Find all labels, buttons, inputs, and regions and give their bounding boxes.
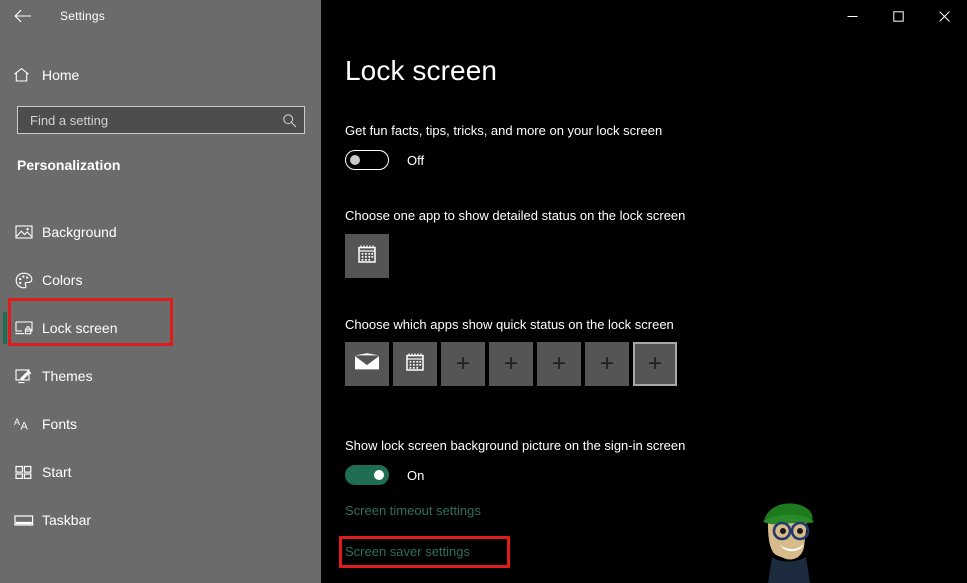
toggle-knob bbox=[350, 155, 360, 165]
image-icon bbox=[0, 224, 42, 240]
mail-icon bbox=[354, 352, 380, 377]
close-button[interactable] bbox=[921, 0, 967, 32]
home-icon bbox=[0, 67, 42, 83]
sign-in-picture-toggle[interactable] bbox=[345, 465, 389, 485]
app-title: Settings bbox=[60, 9, 105, 23]
sidebar-item-background-label: Background bbox=[42, 224, 117, 240]
sign-in-picture-toggle-row: On bbox=[345, 465, 424, 485]
back-arrow-icon[interactable] bbox=[0, 0, 46, 32]
plus-icon: + bbox=[599, 350, 614, 377]
themes-icon bbox=[0, 368, 42, 385]
sidebar-nav-list: Background Colors Lock screen Themes A A… bbox=[0, 208, 321, 544]
quick-status-tile-add-5[interactable]: + bbox=[537, 342, 581, 386]
quick-status-tile-add-3[interactable]: + bbox=[441, 342, 485, 386]
plus-icon: + bbox=[455, 350, 470, 377]
search-box[interactable] bbox=[17, 106, 305, 134]
sidebar-item-start-label: Start bbox=[42, 464, 72, 480]
sidebar-item-lock-screen[interactable]: Lock screen bbox=[0, 304, 321, 352]
sidebar-item-start[interactable]: Start bbox=[0, 448, 321, 496]
quick-status-tile-calendar[interactable] bbox=[393, 342, 437, 386]
detailed-status-app-tile[interactable] bbox=[345, 234, 389, 278]
palette-icon bbox=[0, 272, 42, 289]
fun-facts-toggle-state: Off bbox=[407, 152, 425, 168]
sidebar-section-header: Personalization bbox=[17, 157, 121, 173]
quick-status-tile-mail[interactable] bbox=[345, 342, 389, 386]
sidebar-item-background[interactable]: Background bbox=[0, 208, 321, 256]
start-icon bbox=[0, 465, 42, 480]
plus-icon: + bbox=[503, 350, 518, 377]
sidebar-item-home[interactable]: Home bbox=[0, 60, 321, 90]
plus-icon: + bbox=[551, 350, 566, 377]
link-screen-saver-settings[interactable]: Screen saver settings bbox=[345, 544, 470, 559]
quick-status-tile-add-7[interactable]: + bbox=[633, 342, 677, 386]
detailed-status-label: Choose one app to show detailed status o… bbox=[345, 208, 686, 223]
sign-in-picture-toggle-state: On bbox=[407, 467, 425, 483]
quick-status-tile-row: + + + + + bbox=[345, 342, 677, 386]
toggle-knob bbox=[374, 470, 384, 480]
search-input[interactable] bbox=[18, 107, 274, 133]
sidebar-item-themes-label: Themes bbox=[42, 368, 93, 384]
page-title: Lock screen bbox=[345, 55, 498, 86]
fun-facts-toggle-row: Off bbox=[345, 150, 424, 170]
sidebar-item-home-label: Home bbox=[42, 67, 80, 83]
sidebar-item-themes[interactable]: Themes bbox=[0, 352, 321, 400]
quick-status-tile-add-4[interactable]: + bbox=[489, 342, 533, 386]
sidebar-item-fonts[interactable]: A A Fonts bbox=[0, 400, 321, 448]
sidebar-item-taskbar[interactable]: Taskbar bbox=[0, 496, 321, 544]
sidebar-item-lock-screen-label: Lock screen bbox=[42, 320, 118, 336]
window-controls bbox=[829, 0, 967, 32]
fun-facts-toggle[interactable] bbox=[345, 150, 389, 170]
fun-facts-label: Get fun facts, tips, tricks, and more on… bbox=[345, 123, 663, 138]
sidebar: Settings Home Personalization bbox=[0, 0, 321, 583]
sidebar-item-colors[interactable]: Colors bbox=[0, 256, 321, 304]
maximize-button[interactable] bbox=[875, 0, 921, 32]
settings-window: Settings Home Personalization bbox=[0, 0, 967, 583]
search-icon[interactable] bbox=[274, 107, 304, 133]
calendar-icon bbox=[355, 242, 379, 271]
plus-icon: + bbox=[647, 350, 662, 377]
sidebar-item-colors-label: Colors bbox=[42, 272, 83, 288]
titlebar-left: Settings bbox=[0, 0, 321, 32]
calendar-icon bbox=[403, 350, 427, 379]
sidebar-item-fonts-label: Fonts bbox=[42, 416, 78, 432]
quick-status-tile-add-6[interactable]: + bbox=[585, 342, 629, 386]
sign-in-picture-label: Show lock screen background picture on t… bbox=[345, 438, 686, 453]
svg-text:A: A bbox=[14, 417, 20, 427]
svg-text:A: A bbox=[21, 420, 29, 432]
sidebar-item-taskbar-label: Taskbar bbox=[42, 512, 92, 528]
main-content: Lock screen Get fun facts, tips, tricks,… bbox=[321, 0, 967, 583]
minimize-button[interactable] bbox=[829, 0, 875, 32]
lock-screen-icon bbox=[0, 320, 42, 336]
cartoon-character-watermark bbox=[746, 495, 826, 583]
fonts-icon: A A bbox=[0, 416, 42, 433]
taskbar-icon bbox=[0, 514, 42, 527]
link-screen-timeout-settings[interactable]: Screen timeout settings bbox=[345, 503, 481, 518]
quick-status-label: Choose which apps show quick status on t… bbox=[345, 317, 674, 332]
